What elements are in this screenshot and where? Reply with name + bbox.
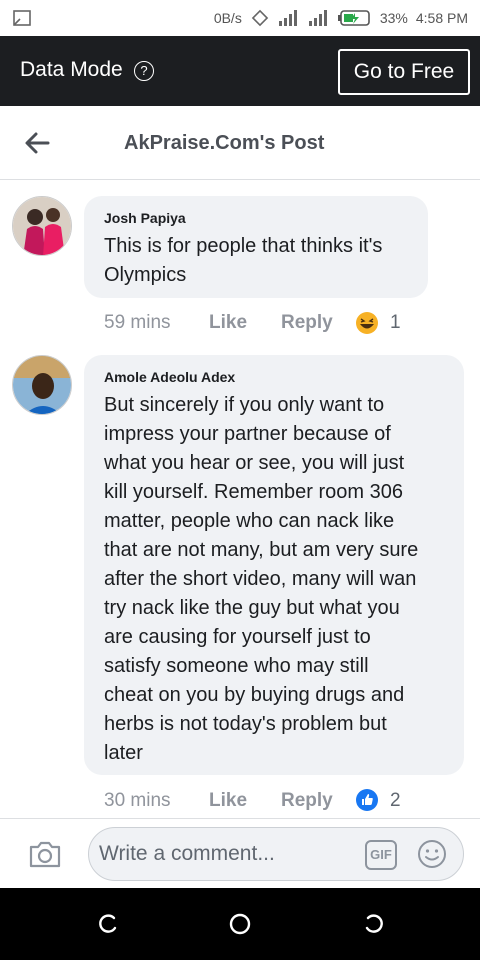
- gif-icon[interactable]: GIF: [365, 840, 397, 870]
- back-icon[interactable]: [362, 912, 386, 936]
- avatar-image: [13, 197, 71, 255]
- like-button[interactable]: Like: [209, 790, 247, 812]
- like-thumb-icon[interactable]: [355, 788, 379, 812]
- comment-line: are causing for yourself just to: [104, 626, 371, 648]
- status-indicators: 0B/s 33% 4:58 PM: [214, 0, 468, 36]
- comment-bubble: Josh Papiya This is for people that thin…: [84, 196, 428, 298]
- comment-author[interactable]: Josh Papiya: [104, 210, 186, 226]
- avatar-amole-adeolu-adex[interactable]: [12, 355, 72, 415]
- avatar-josh-papiya[interactable]: [12, 196, 72, 256]
- comment-line: after the short video, many will wan: [104, 568, 417, 590]
- comment-line: what you hear or see, you will just: [104, 452, 405, 474]
- haha-emoji-icon[interactable]: [355, 311, 379, 335]
- comment-line: that are not many, but am very sure: [104, 539, 419, 561]
- reaction-count: 2: [390, 790, 401, 811]
- comment-text: This is for people that thinks it's Olym…: [104, 232, 382, 290]
- help-icon[interactable]: ?: [134, 61, 154, 81]
- reaction-count: 1: [390, 312, 401, 333]
- comment-bubble: Amole Adeolu Adex But sincerely if you o…: [84, 355, 464, 775]
- comment-line: try nack like the guy but what you: [104, 597, 400, 619]
- status-bar: 0B/s 33% 4:58 PM: [0, 0, 480, 36]
- avatar-image: [13, 356, 71, 414]
- comment-line: kill yourself. Remember room 306: [104, 481, 403, 503]
- comment-composer: Write a comment... GIF: [0, 818, 480, 888]
- comment-input[interactable]: Write a comment... GIF: [88, 827, 464, 881]
- system-nav-bar: [0, 888, 480, 960]
- like-button[interactable]: Like: [209, 312, 247, 334]
- screen-cast-icon: [13, 10, 31, 26]
- battery-percent: 33%: [379, 10, 408, 26]
- comment-line: But sincerely if you only want to: [104, 394, 385, 416]
- reply-button[interactable]: Reply: [281, 790, 333, 812]
- comment-line: herbs is not today's problem but: [104, 713, 387, 735]
- page-title: AkPraise.Com's Post: [124, 132, 325, 154]
- data-mode-label: Data Mode: [20, 58, 123, 81]
- home-icon[interactable]: [228, 912, 252, 936]
- recent-apps-icon[interactable]: [96, 912, 120, 936]
- comment-time: 30 mins: [104, 790, 171, 811]
- post-header: AkPraise.Com's Post: [0, 106, 480, 180]
- reply-button[interactable]: Reply: [281, 312, 333, 334]
- comment-line: cheat on you by buying drugs and: [104, 684, 405, 706]
- comment-line: matter, people who can nack like: [104, 510, 395, 532]
- comment-time: 59 mins: [104, 312, 171, 333]
- comment-line: later: [104, 742, 143, 764]
- camera-icon[interactable]: [28, 839, 62, 869]
- battery-icon: [337, 10, 370, 26]
- comment-line: This is for people that thinks it's: [104, 235, 383, 257]
- back-arrow-icon[interactable]: [24, 130, 50, 156]
- rotate-icon: [251, 9, 269, 27]
- network-speed: 0B/s: [213, 10, 242, 26]
- emoji-icon[interactable]: [417, 839, 447, 869]
- signal-icon: [278, 10, 297, 26]
- comment-line: impress your partner because of: [104, 423, 391, 445]
- data-mode-bar: Data Mode ? Go to Free: [0, 36, 480, 106]
- clock: 4:58 PM: [415, 10, 468, 26]
- comment-line: Olympics: [104, 264, 187, 286]
- go-to-free-button[interactable]: Go to Free: [338, 49, 470, 95]
- signal-icon-2: [308, 10, 327, 26]
- comment-author[interactable]: Amole Adeolu Adex: [104, 369, 235, 385]
- comment-text: But sincerely if you only want to impres…: [104, 391, 418, 768]
- comment-placeholder: Write a comment...: [99, 842, 275, 865]
- comment-line: satisfy someone who may still: [104, 655, 369, 677]
